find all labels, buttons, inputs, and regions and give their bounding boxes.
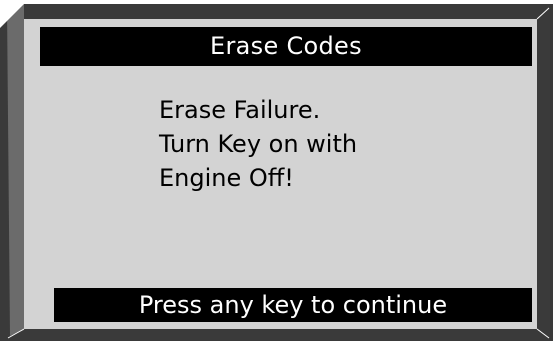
scan-tool-display: Erase Codes Erase Failure. Turn Key on w… xyxy=(0,0,553,341)
screen-title: Erase Codes xyxy=(40,27,532,66)
message-line-3: Engine Off! xyxy=(159,164,294,192)
continue-prompt[interactable]: Press any key to continue xyxy=(54,288,532,322)
lcd-screen: Erase Codes Erase Failure. Turn Key on w… xyxy=(24,19,537,329)
message-line-2: Turn Key on with xyxy=(159,130,358,158)
error-message: Erase Failure. Turn Key on with Engine O… xyxy=(159,93,357,195)
message-line-1: Erase Failure. xyxy=(159,96,321,124)
